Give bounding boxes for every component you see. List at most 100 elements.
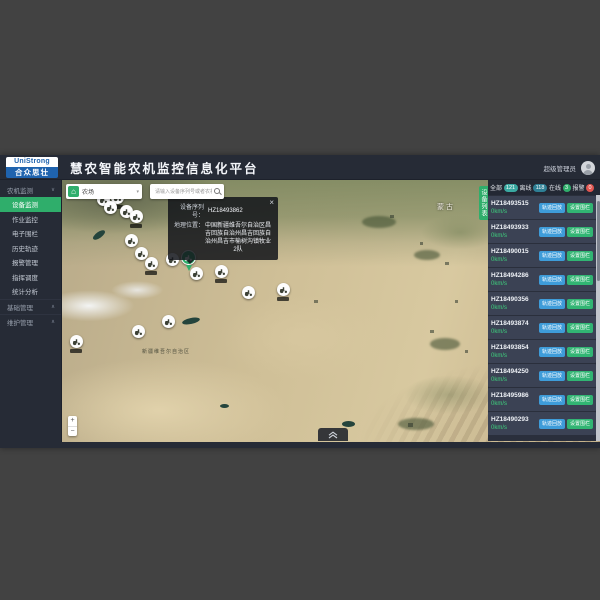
device-cluster-marker-7[interactable] bbox=[145, 257, 158, 270]
map-town-dot bbox=[465, 350, 468, 353]
device-cluster-marker-5[interactable] bbox=[125, 234, 138, 247]
sidebar-item-label: 报警管理 bbox=[12, 257, 38, 267]
set-fence-button[interactable]: 设置围栏 bbox=[567, 251, 593, 261]
device-id: HZ18493854 bbox=[491, 344, 529, 352]
user-avatar[interactable] bbox=[581, 161, 595, 175]
map-vegetation bbox=[414, 250, 440, 260]
device-cluster-marker-2[interactable] bbox=[104, 201, 117, 214]
map-town-dot bbox=[390, 215, 394, 218]
device-card-2[interactable]: HZ184900150km/s轨迹回放设置围栏 bbox=[488, 244, 596, 267]
device-card-1[interactable]: HZ184939330km/s轨迹回放设置围栏 bbox=[488, 220, 596, 243]
map-vegetation bbox=[430, 338, 460, 350]
device-card-0[interactable]: HZ184935150km/s轨迹回放设置围栏 bbox=[488, 196, 596, 219]
device-actions: 轨迹回放设置围栏 bbox=[539, 371, 593, 381]
sidebar-item-1[interactable]: 设备监测 bbox=[0, 197, 61, 212]
sidebar-item-3[interactable]: 电子围栏 bbox=[0, 226, 61, 241]
tractor-icon bbox=[134, 327, 143, 336]
farm-selector-dropdown[interactable]: 农场 bbox=[66, 184, 142, 199]
device-cluster-marker-11[interactable] bbox=[242, 286, 255, 299]
set-fence-button[interactable]: 设置围栏 bbox=[567, 275, 593, 285]
device-id: HZ18493874 bbox=[491, 320, 529, 328]
device-list-scrollbar[interactable] bbox=[596, 195, 600, 441]
scrollbar-thumb[interactable] bbox=[597, 201, 600, 281]
device-actions: 轨迹回放设置围栏 bbox=[539, 347, 593, 357]
track-replay-button[interactable]: 轨迹回放 bbox=[539, 227, 565, 237]
map-place-label-1: 新疆维吾尔自治区 bbox=[142, 348, 190, 355]
popup-close-icon[interactable] bbox=[269, 199, 274, 207]
device-card-4[interactable]: HZ184903560km/s轨迹回放设置围栏 bbox=[488, 292, 596, 315]
popup-serial-label: 设备序列号： bbox=[172, 204, 204, 220]
sidebar-item-7[interactable]: 统计分析 bbox=[0, 284, 61, 299]
device-cluster-marker-4[interactable] bbox=[130, 210, 143, 223]
tractor-icon bbox=[217, 267, 226, 276]
sidebar-item-label: 指挥调度 bbox=[12, 272, 38, 282]
set-fence-button[interactable]: 设置围栏 bbox=[567, 419, 593, 429]
device-card-3[interactable]: HZ184942860km/s轨迹回放设置围栏 bbox=[488, 268, 596, 291]
popup-location-value: 中国新疆维吾尔自治区昌吉回族自治州昌吉回族自治州昌吉市榆树沟镇牧业2队 bbox=[204, 222, 272, 254]
chevron-icon: ∨ bbox=[51, 187, 55, 193]
sidebar-section-0[interactable]: 农机监测 ∨ bbox=[0, 182, 61, 197]
track-replay-button[interactable]: 轨迹回放 bbox=[539, 347, 565, 357]
track-replay-button[interactable]: 轨迹回放 bbox=[539, 419, 565, 429]
bottom-panel-expand-tab[interactable] bbox=[318, 428, 348, 441]
device-speed: 0km/s bbox=[491, 352, 529, 360]
device-card-9[interactable]: HZ184902930km/s轨迹回放设置围栏 bbox=[488, 412, 596, 435]
track-replay-button[interactable]: 轨迹回放 bbox=[539, 251, 565, 261]
track-replay-button[interactable]: 轨迹回放 bbox=[539, 323, 565, 333]
track-replay-button[interactable]: 轨迹回放 bbox=[539, 299, 565, 309]
tractor-icon bbox=[192, 269, 201, 278]
zoom-in-button[interactable]: + bbox=[68, 416, 77, 427]
set-fence-button[interactable]: 设置围栏 bbox=[567, 323, 593, 333]
unistrong-logo: UniStrong 合众思壮 bbox=[6, 157, 58, 178]
chevron-icon: ∧ bbox=[51, 304, 55, 310]
device-cluster-marker-13[interactable] bbox=[162, 315, 175, 328]
device-filter-bar: 全部121离线118在线3报警0 bbox=[488, 180, 600, 195]
track-replay-button[interactable]: 轨迹回放 bbox=[539, 203, 565, 213]
device-actions: 轨迹回放设置围栏 bbox=[539, 419, 593, 429]
device-speed: 0km/s bbox=[491, 400, 529, 408]
search-icon[interactable] bbox=[214, 188, 221, 195]
device-cluster-marker-14[interactable] bbox=[132, 325, 145, 338]
device-card-7[interactable]: HZ184942500km/s轨迹回放设置围栏 bbox=[488, 364, 596, 387]
device-card-5[interactable]: HZ184938740km/s 轨迹回放设置围栏 bbox=[488, 316, 596, 339]
content-area: 蒙古新疆维吾尔自治区 设备序列号： HZ18493862 bbox=[62, 180, 600, 442]
zoom-out-button[interactable]: − bbox=[68, 427, 77, 437]
track-replay-button[interactable]: 轨迹回放 bbox=[539, 395, 565, 405]
sidebar-item-6[interactable]: 指挥调度 bbox=[0, 270, 61, 285]
sidebar-item-2[interactable]: 作业监控 bbox=[0, 212, 61, 227]
device-cluster-marker-10[interactable] bbox=[215, 265, 228, 278]
device-cluster-marker-15[interactable] bbox=[70, 335, 83, 348]
device-search-input[interactable] bbox=[153, 188, 214, 196]
map-town-dot bbox=[408, 423, 413, 427]
device-card-8[interactable]: HZ184959860km/s轨迹回放设置围栏 bbox=[488, 388, 596, 411]
filter-0[interactable]: 全部121 bbox=[490, 183, 518, 192]
popup-location-label: 地理位置： bbox=[172, 222, 204, 254]
popup-location-row: 地理位置： 中国新疆维吾尔自治区昌吉回族自治州昌吉回族自治州昌吉市榆树沟镇牧业2… bbox=[172, 222, 272, 254]
set-fence-button[interactable]: 设置围栏 bbox=[567, 203, 593, 213]
track-replay-button[interactable]: 轨迹回放 bbox=[539, 275, 565, 285]
set-fence-button[interactable]: 设置围栏 bbox=[567, 227, 593, 237]
sidebar-item-5[interactable]: 报警管理 bbox=[0, 255, 61, 270]
map-lake bbox=[220, 404, 229, 408]
device-cluster-marker-12[interactable] bbox=[277, 283, 290, 296]
set-fence-button[interactable]: 设置围栏 bbox=[567, 347, 593, 357]
track-replay-button[interactable]: 轨迹回放 bbox=[539, 371, 565, 381]
device-speed: 0km/s bbox=[491, 232, 529, 240]
set-fence-button[interactable]: 设置围栏 bbox=[567, 371, 593, 381]
sidebar-item-4[interactable]: 历史轨迹 bbox=[0, 241, 61, 256]
filter-2[interactable]: 在线3 bbox=[549, 183, 571, 192]
device-list-tab[interactable]: 设备列表 bbox=[479, 186, 488, 220]
sidebar-section-8[interactable]: 基础管理 ∧ bbox=[0, 299, 61, 314]
device-actions: 轨迹回放设置围栏 bbox=[539, 227, 593, 237]
sidebar-section-9[interactable]: 维护管理∧ bbox=[0, 314, 61, 329]
filter-1[interactable]: 离线118 bbox=[520, 183, 548, 192]
set-fence-button[interactable]: 设置围栏 bbox=[567, 395, 593, 405]
device-card-6[interactable]: HZ184938540km/s 轨迹回放设置围栏 bbox=[488, 340, 596, 363]
device-speed: 0km/s bbox=[491, 328, 529, 336]
filter-3[interactable]: 报警0 bbox=[573, 183, 595, 192]
device-id: HZ18490293 bbox=[491, 416, 529, 424]
set-fence-button[interactable]: 设置围栏 bbox=[567, 299, 593, 309]
sidebar-item-label: 农机监测 bbox=[7, 185, 33, 195]
device-info: HZ184938740km/s bbox=[491, 320, 529, 336]
sidebar-item-label: 基础管理 bbox=[7, 302, 33, 312]
